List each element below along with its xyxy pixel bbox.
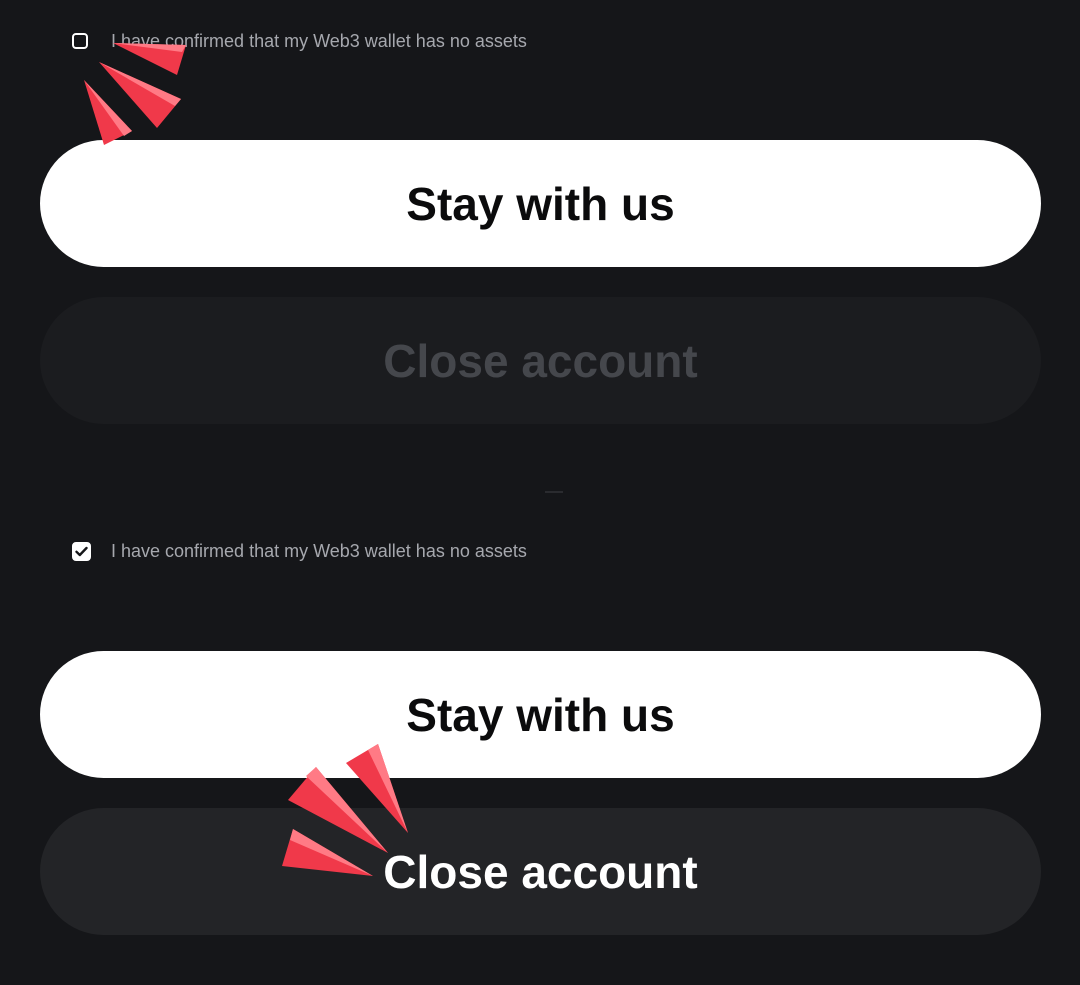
sparkle-burst-icon-top — [84, 43, 186, 145]
close-account-button[interactable]: Close account — [40, 808, 1041, 935]
stay-with-us-label: Stay with us — [406, 177, 675, 230]
confirm-checkbox-row-checked[interactable]: I have confirmed that my Web3 wallet has… — [72, 541, 527, 561]
close-account-button-disabled: Close account — [40, 297, 1041, 424]
confirm-checkbox-label: I have confirmed that my Web3 wallet has… — [111, 30, 527, 51]
stay-with-us-button[interactable]: Stay with us — [40, 140, 1041, 267]
confirm-checkbox-checked[interactable] — [72, 541, 91, 561]
close-account-label: Close account — [383, 845, 698, 898]
confirm-checkbox-label: I have confirmed that my Web3 wallet has… — [111, 540, 527, 561]
divider — [545, 491, 563, 493]
stay-with-us-label: Stay with us — [406, 688, 675, 741]
confirm-checkbox-row-unchecked[interactable]: I have confirmed that my Web3 wallet has… — [72, 31, 527, 51]
check-icon — [75, 546, 88, 556]
stay-with-us-button[interactable]: Stay with us — [40, 651, 1041, 778]
confirm-checkbox[interactable] — [72, 33, 88, 49]
close-account-label: Close account — [383, 334, 698, 387]
